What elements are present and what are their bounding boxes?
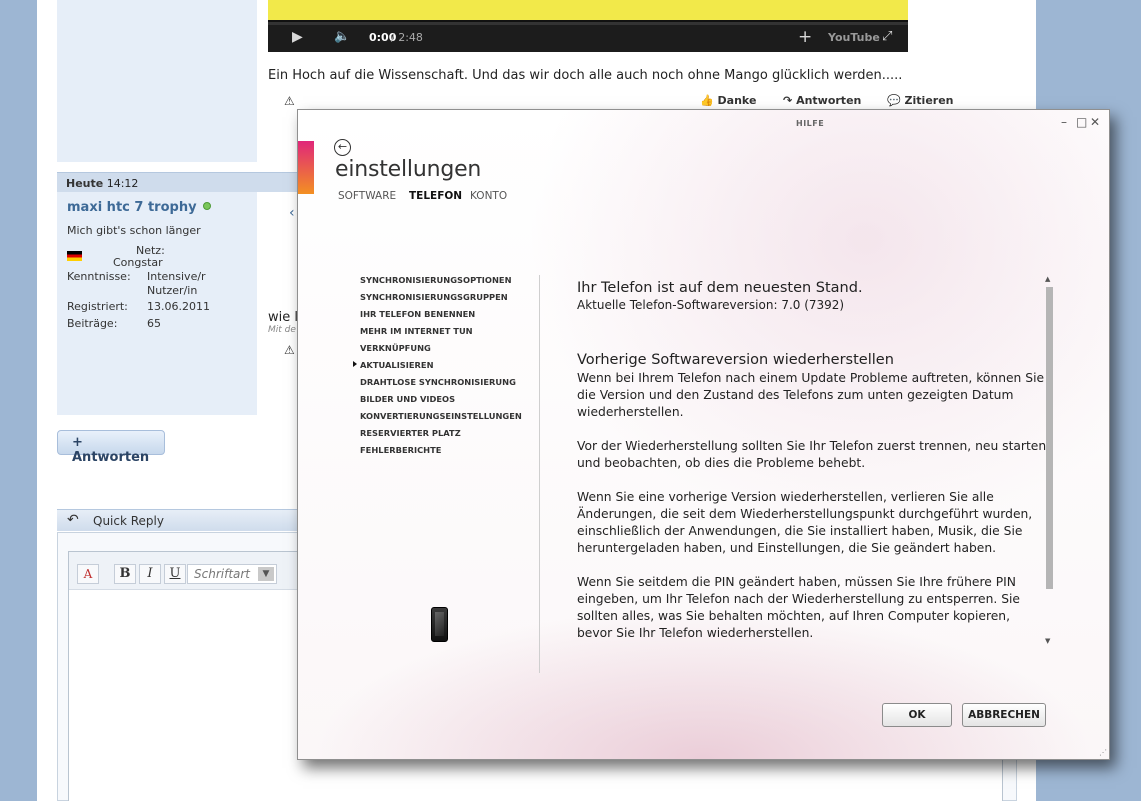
- minimize-icon[interactable]: –: [1061, 116, 1067, 128]
- restore-paragraph-4: Wenn Sie seitdem die PIN geändert haben,…: [577, 575, 1020, 640]
- scrollbar-thumb[interactable]: [1046, 287, 1053, 589]
- play-icon[interactable]: ▶: [292, 29, 303, 45]
- tab-konto[interactable]: KONTO: [470, 190, 507, 202]
- accent-bar: [298, 141, 314, 194]
- nav-item-sync-groups[interactable]: SYNCHRONISIERUNGSGRUPPEN: [360, 292, 522, 309]
- tab-software[interactable]: SOFTWARE: [338, 190, 396, 202]
- dialog-title: einstellungen: [335, 157, 482, 182]
- restore-paragraph-2: Vor der Wiederherstellung sollten Sie Ih…: [577, 439, 1047, 470]
- settings-dialog: HILFE – □ ✕ ← einstellungen SOFTWARE TEL…: [297, 109, 1110, 760]
- restore-paragraph-3: Wenn Sie eine vorherige Version wiederhe…: [577, 490, 1033, 555]
- content-scrollbar[interactable]: ▲ ▼: [1043, 275, 1055, 647]
- youtube-logo[interactable]: YouTube: [828, 31, 880, 44]
- close-icon[interactable]: ✕: [1090, 116, 1100, 128]
- status-heading: Ihr Telefon ist auf dem neuesten Stand.: [577, 280, 863, 296]
- video-frame: [268, 0, 908, 20]
- thanks-button[interactable]: 👍 Danke: [700, 94, 756, 107]
- username-link[interactable]: maxi htc 7 trophy: [67, 200, 212, 215]
- add-icon[interactable]: +: [798, 27, 812, 47]
- ok-button[interactable]: OK: [882, 703, 952, 727]
- registered-label: Registriert:: [67, 300, 128, 313]
- italic-button[interactable]: I: [139, 564, 161, 584]
- bold-button[interactable]: B: [114, 564, 136, 584]
- underline-button[interactable]: U: [164, 564, 186, 584]
- reply-post-button[interactable]: + Antworten: [57, 430, 165, 465]
- skills-label: Kenntnisse:: [67, 270, 131, 283]
- vertical-divider: [539, 275, 540, 673]
- posts-label: Beiträge:: [67, 317, 118, 330]
- nav-item-link[interactable]: VERKNÜPFUNG: [360, 343, 522, 360]
- posts-value: 65: [147, 317, 161, 330]
- scroll-up-icon[interactable]: ▲: [1045, 275, 1050, 283]
- report-warning-icon[interactable]: ⚠: [284, 343, 295, 357]
- restore-heading: Vorherige Softwareversion wiederherstell…: [577, 352, 894, 368]
- volume-icon[interactable]: 🔈: [334, 29, 350, 44]
- registered-value: 13.06.2011: [147, 300, 210, 313]
- settings-nav: SYNCHRONISIERUNGSOPTIONEN SYNCHRONISIERU…: [353, 275, 522, 462]
- back-arrow-icon[interactable]: ←: [334, 139, 351, 156]
- nav-item-update[interactable]: AKTUALISIEREN: [353, 360, 522, 377]
- fullscreen-icon[interactable]: ⤢: [882, 29, 892, 44]
- nav-item-rename-phone[interactable]: IHR TELEFON BENENNEN: [360, 309, 522, 326]
- thumbs-up-icon: 👍: [700, 94, 714, 107]
- video-time-total: / 2:48: [391, 31, 423, 44]
- post2-body-fragment: wie l: [268, 310, 298, 325]
- reply-arrow-icon: ↷: [783, 94, 793, 107]
- chevron-left-icon[interactable]: ‹: [289, 206, 295, 220]
- nav-item-error-reports[interactable]: FEHLERBERICHTE: [360, 445, 522, 462]
- restore-paragraph-1: Wenn bei Ihrem Telefon nach einem Update…: [577, 371, 1045, 419]
- tab-telefon[interactable]: TELEFON: [409, 190, 462, 202]
- report-warning-icon[interactable]: ⚠: [284, 94, 295, 108]
- post-body: Ein Hoch auf die Wissenschaft. Und das w…: [268, 68, 903, 83]
- phone-icon: [431, 607, 448, 642]
- skills-value-line1: Intensive/r: [147, 270, 206, 283]
- user-title: Mich gibt's schon länger: [67, 224, 201, 237]
- nav-item-sync-options[interactable]: SYNCHRONISIERUNGSOPTIONEN: [360, 275, 522, 292]
- help-link[interactable]: HILFE: [796, 119, 824, 128]
- post-header: Heute 14:12: [57, 172, 302, 192]
- nav-item-reserved-space[interactable]: RESERVIERTER PLATZ: [360, 428, 522, 445]
- maximize-icon[interactable]: □: [1076, 116, 1087, 128]
- quote-icon: 💬: [887, 94, 901, 107]
- chevron-down-icon: ▼: [258, 567, 274, 581]
- network-value: Congstar: [113, 256, 163, 269]
- nav-item-wireless-sync[interactable]: DRAHTLOSE SYNCHRONISIERUNG: [360, 377, 522, 394]
- german-flag-icon: [67, 251, 82, 261]
- scroll-down-icon[interactable]: ▼: [1045, 637, 1050, 645]
- update-content: Ihr Telefon ist auf dem neuesten Stand. …: [577, 280, 1047, 650]
- reply-arrow-icon: ↶: [67, 512, 79, 528]
- online-status-icon: [203, 202, 212, 210]
- resize-grip-icon[interactable]: ⋰: [1099, 749, 1107, 757]
- quick-reply-title: Quick Reply: [93, 514, 164, 528]
- nav-item-pictures-videos[interactable]: BILDER UND VIDEOS: [360, 394, 522, 411]
- reply-button[interactable]: ↷ Antworten: [783, 94, 861, 107]
- quick-reply-header: ↶ Quick Reply: [57, 509, 302, 531]
- nav-item-more-online[interactable]: MEHR IM INTERNET TUN: [360, 326, 522, 343]
- nav-item-conversion-settings[interactable]: KONVERTIERUNGSEINSTELLUNGEN: [360, 411, 522, 428]
- font-select[interactable]: Schriftart ▼: [187, 564, 277, 584]
- quote-button[interactable]: 💬 Zitieren: [887, 94, 954, 107]
- post2-meta-fragment: Mit de: [268, 325, 296, 335]
- remove-format-icon[interactable]: A: [77, 564, 99, 584]
- cancel-button[interactable]: ABBRECHEN: [962, 703, 1046, 727]
- skills-value-line2: Nutzer/in: [147, 284, 198, 297]
- post1-sidebar: [57, 0, 257, 162]
- video-player[interactable]: ▶ 🔈 0:00 / 2:48 + YouTube ⤢: [268, 0, 908, 52]
- version-line: Aktuelle Telefon-Softwareversion: 7.0 (7…: [577, 298, 845, 312]
- video-controls: ▶ 🔈 0:00 / 2:48 + YouTube ⤢: [268, 22, 908, 52]
